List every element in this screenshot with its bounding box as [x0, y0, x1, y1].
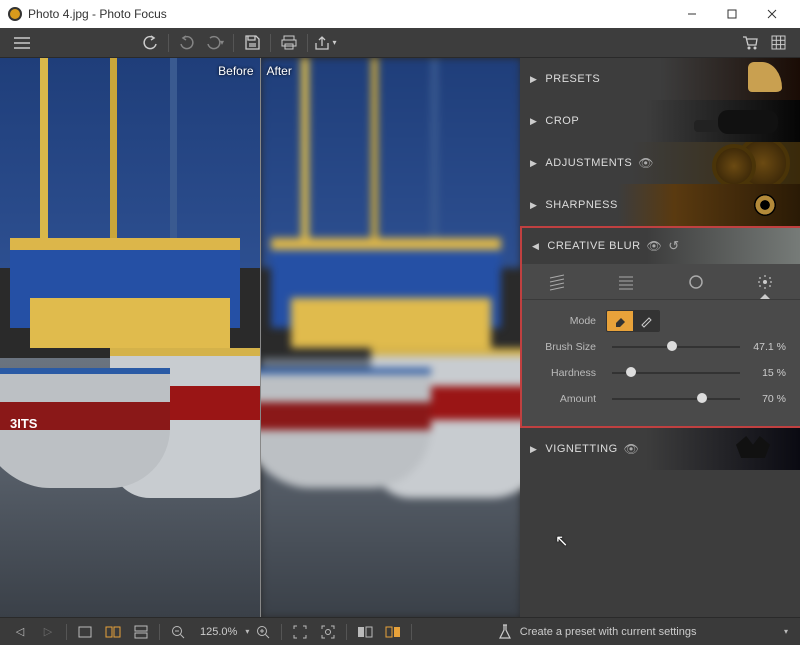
- close-button[interactable]: [752, 0, 792, 28]
- chevron-right-icon: ▶: [530, 200, 537, 211]
- prev-image-button[interactable]: ◁: [6, 620, 34, 644]
- hardness-label: Hardness: [536, 367, 596, 379]
- mode-erase-button[interactable]: [607, 311, 633, 331]
- eye-icon[interactable]: 👁: [647, 239, 663, 253]
- panel-presets[interactable]: ▶ PRESETS: [520, 58, 800, 100]
- blur-tabs: [522, 264, 800, 300]
- amount-value: 70 %: [746, 393, 786, 405]
- before-pane: 3ITS Before: [0, 58, 260, 617]
- chevron-right-icon: ▶: [530, 116, 537, 127]
- blur-tab-linear[interactable]: [592, 264, 662, 299]
- brush-size-label: Brush Size: [536, 341, 596, 353]
- compare-swap-button[interactable]: [379, 620, 407, 644]
- panel-vignetting[interactable]: ▶ VIGNETTING 👁: [520, 428, 800, 470]
- panel-creative-blur: ◀ CREATIVE BLUR 👁 ↺ Mode Brush Size: [520, 226, 800, 428]
- minimize-button[interactable]: [672, 0, 712, 28]
- after-pane: After: [260, 58, 521, 617]
- chevron-right-icon: ▶: [530, 158, 537, 169]
- panel-label: CREATIVE BLUR: [547, 240, 640, 252]
- mode-label: Mode: [536, 315, 596, 327]
- undo-button[interactable]: [136, 29, 164, 57]
- redo-button[interactable]: [173, 29, 201, 57]
- create-preset-label: Create a preset with current settings: [520, 626, 697, 638]
- blur-tab-manual[interactable]: [731, 264, 800, 299]
- amount-label: Amount: [536, 393, 596, 405]
- reset-icon[interactable]: ↺: [668, 238, 679, 254]
- panel-label: PRESETS: [545, 73, 600, 85]
- history-button[interactable]: ▾: [201, 29, 229, 57]
- brush-size-slider[interactable]: [612, 346, 740, 348]
- panel-adjustments[interactable]: ▶ ADJUSTMENTS 👁: [520, 142, 800, 184]
- brush-size-value: 47.1 %: [746, 341, 786, 353]
- compare-toggle-button[interactable]: [351, 620, 379, 644]
- save-button[interactable]: [238, 29, 266, 57]
- hull-text: 3ITS: [10, 416, 37, 431]
- grid-button[interactable]: [764, 29, 792, 57]
- blur-tab-radial[interactable]: [661, 264, 731, 299]
- hardness-slider[interactable]: [612, 372, 740, 374]
- panel-sharpness[interactable]: ▶ SHARPNESS: [520, 184, 800, 226]
- print-button[interactable]: [275, 29, 303, 57]
- view-split-h-button[interactable]: [127, 620, 155, 644]
- view-single-button[interactable]: [71, 620, 99, 644]
- eye-icon[interactable]: 👁: [624, 442, 640, 456]
- chevron-right-icon: ▶: [530, 444, 537, 455]
- chevron-right-icon: ▶: [530, 74, 537, 85]
- top-toolbar: ▾ ▾: [0, 28, 800, 58]
- panel-label: SHARPNESS: [545, 199, 617, 211]
- statusbar: ◁ ▷ 125.0%▾ Create a preset with current…: [0, 617, 800, 645]
- panel-label: CROP: [545, 115, 579, 127]
- mode-brush-button[interactable]: [633, 311, 659, 331]
- window-title: Photo 4.jpg - Photo Focus: [28, 7, 167, 21]
- panel-label: VIGNETTING: [545, 443, 617, 455]
- zoom-fit-button[interactable]: [286, 620, 314, 644]
- canvas[interactable]: 3ITS Before After: [0, 58, 520, 617]
- zoom-out-button[interactable]: [164, 620, 192, 644]
- panel-crop[interactable]: ▶ CROP: [520, 100, 800, 142]
- flask-icon: [498, 624, 512, 640]
- amount-slider[interactable]: [612, 398, 740, 400]
- app-icon: [8, 7, 22, 21]
- maximize-button[interactable]: [712, 0, 752, 28]
- sidebar: ▶PRESETS ▶CROP ▶ADJUSTMENTS👁 ▶SHARPNESS …: [520, 58, 800, 617]
- zoom-in-button[interactable]: [249, 620, 277, 644]
- view-split-v-button[interactable]: [99, 620, 127, 644]
- hardness-value: 15 %: [746, 367, 786, 379]
- zoom-actual-button[interactable]: [314, 620, 342, 644]
- menu-button[interactable]: [8, 29, 36, 57]
- create-preset-button[interactable]: Create a preset with current settings: [416, 624, 778, 640]
- before-label: Before: [218, 64, 253, 78]
- next-image-button[interactable]: ▷: [34, 620, 62, 644]
- panel-label: ADJUSTMENTS: [545, 157, 632, 169]
- eye-icon[interactable]: 👁: [638, 156, 654, 170]
- panel-blur-header[interactable]: ◀ CREATIVE BLUR 👁 ↺: [522, 228, 800, 264]
- titlebar: Photo 4.jpg - Photo Focus: [0, 0, 800, 28]
- chevron-down-icon: ◀: [532, 241, 539, 252]
- after-label: After: [267, 64, 292, 78]
- share-button[interactable]: ▾: [312, 29, 340, 57]
- zoom-value[interactable]: 125.0%: [192, 626, 245, 638]
- cart-button[interactable]: [736, 29, 764, 57]
- blur-tab-tilt[interactable]: [522, 264, 592, 299]
